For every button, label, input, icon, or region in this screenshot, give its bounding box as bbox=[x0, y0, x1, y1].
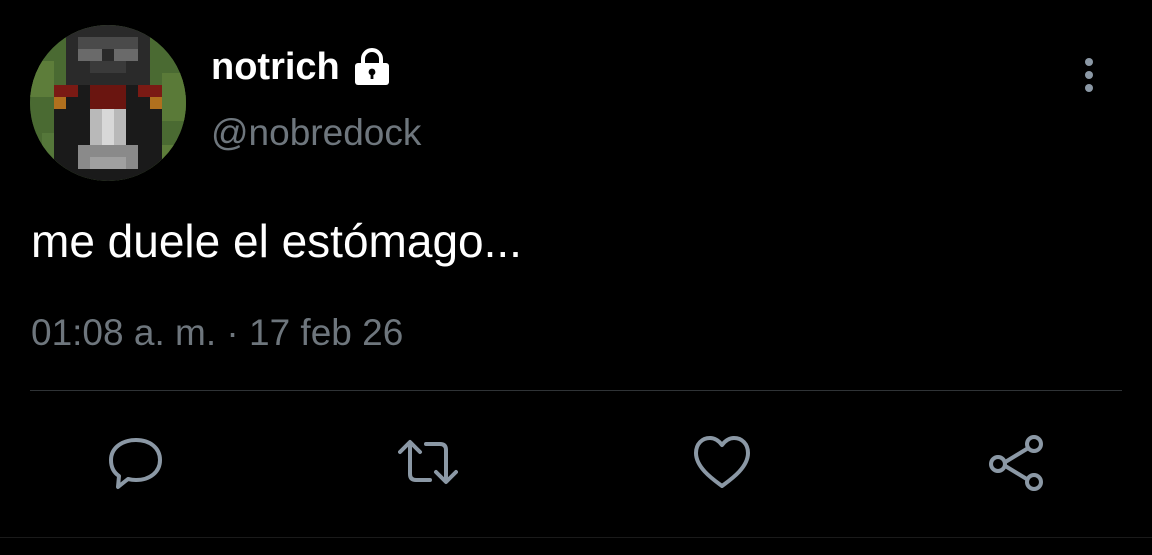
like-button[interactable] bbox=[692, 432, 752, 492]
more-options-icon[interactable] bbox=[1073, 54, 1105, 96]
reply-icon bbox=[109, 438, 162, 489]
reply-button[interactable] bbox=[106, 432, 166, 492]
share-icon bbox=[989, 435, 1043, 491]
avatar[interactable] bbox=[30, 25, 186, 181]
tweet-timestamp[interactable]: 01:08 a. m. · 17 feb 26 bbox=[31, 310, 403, 356]
tweet-text: me duele el estómago... bbox=[31, 215, 522, 267]
divider bbox=[30, 390, 1122, 391]
lock-icon bbox=[352, 47, 392, 87]
bottom-divider bbox=[0, 537, 1152, 538]
retweet-icon bbox=[398, 440, 458, 484]
author-name-row[interactable]: notrich bbox=[211, 44, 392, 90]
pixel-character-avatar-icon bbox=[30, 25, 186, 181]
share-button[interactable] bbox=[986, 432, 1046, 492]
retweet-button[interactable] bbox=[398, 432, 458, 492]
heart-icon bbox=[694, 436, 750, 488]
author-display-name[interactable]: notrich bbox=[211, 44, 340, 90]
author-handle[interactable]: @nobredock bbox=[211, 110, 421, 156]
